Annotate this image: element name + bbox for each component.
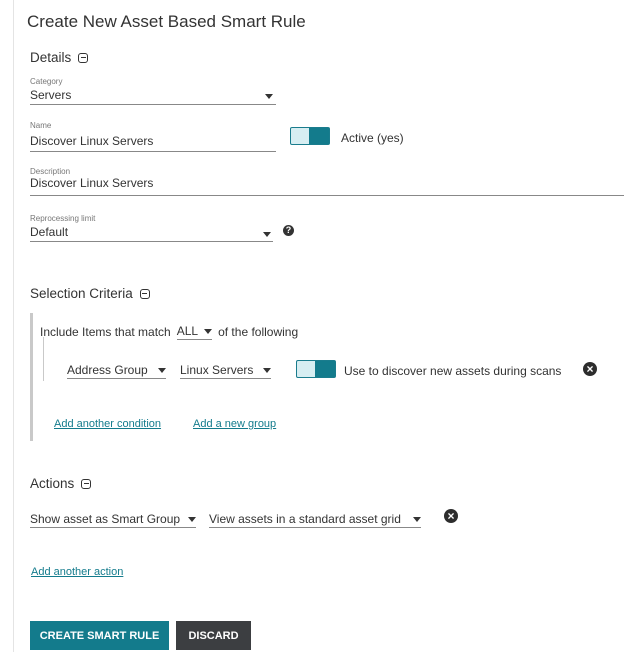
description-underline (30, 195, 624, 196)
help-icon[interactable]: ? (283, 225, 294, 236)
match-row: Include Items that match ALL of the foll… (40, 324, 298, 340)
name-field[interactable]: Name Discover Linux Servers (30, 121, 276, 152)
description-value: Discover Linux Servers (30, 176, 154, 190)
condition-bar (43, 337, 44, 381)
chevron-down-icon (412, 516, 421, 522)
category-select[interactable]: Category Servers (30, 77, 276, 105)
name-underline (30, 151, 276, 152)
category-value: Servers (30, 88, 72, 102)
reprocessing-label: Reprocessing limit (30, 214, 96, 223)
actions-heading-label: Actions (30, 476, 75, 491)
reprocessing-select[interactable]: Reprocessing limit Default (30, 214, 273, 242)
selection-criteria-heading: Selection Criteria (30, 286, 150, 301)
collapse-icon[interactable] (139, 288, 150, 299)
category-underline (30, 104, 276, 105)
category-label: Category (30, 77, 63, 86)
actions-heading: Actions (30, 476, 92, 491)
condition-value-select[interactable]: Linux Servers (180, 363, 272, 379)
condition-field-select[interactable]: Address Group (67, 363, 166, 379)
remove-action-icon[interactable]: × (444, 509, 458, 523)
collapse-icon[interactable] (81, 478, 92, 489)
remove-condition-icon[interactable]: × (583, 362, 597, 376)
criteria-group-bar (30, 313, 33, 441)
description-label: Description (30, 167, 71, 176)
add-action-link[interactable]: Add another action (31, 566, 123, 578)
condition-field-value: Address Group (67, 363, 148, 377)
toggle-knob (315, 361, 335, 377)
details-heading: Details (30, 50, 89, 65)
match-suffix: of the following (218, 325, 299, 339)
match-value: ALL (176, 324, 199, 338)
discover-toggle-label: Use to discover new assets during scans (344, 364, 562, 378)
details-heading-label: Details (30, 50, 72, 65)
toggle-knob (309, 128, 329, 144)
selection-criteria-label: Selection Criteria (30, 286, 133, 301)
create-smart-rule-button[interactable]: CREATE SMART RULE (30, 621, 169, 650)
name-value: Discover Linux Servers (30, 134, 154, 148)
chevron-down-icon (204, 328, 213, 334)
match-select[interactable]: ALL (176, 324, 213, 340)
action-option-select[interactable]: View assets in a standard asset grid (209, 512, 421, 528)
add-group-link[interactable]: Add a new group (193, 418, 276, 430)
chevron-down-icon (263, 367, 272, 373)
discover-toggle[interactable] (296, 360, 336, 378)
action-type-value: Show asset as Smart Group (30, 512, 181, 526)
chevron-down-icon (263, 232, 271, 237)
left-border (13, 0, 14, 652)
collapse-icon[interactable] (78, 52, 89, 63)
description-field[interactable]: Description Discover Linux Servers (30, 167, 624, 198)
reprocessing-underline (30, 241, 273, 242)
match-prefix: Include Items that match (40, 325, 171, 339)
active-toggle-label: Active (yes) (341, 131, 404, 145)
action-type-select[interactable]: Show asset as Smart Group (30, 512, 197, 528)
add-condition-link[interactable]: Add another condition (54, 418, 161, 430)
chevron-down-icon (265, 94, 273, 99)
reprocessing-value: Default (30, 225, 69, 239)
condition-value-value: Linux Servers (180, 363, 254, 377)
action-option-value: View assets in a standard asset grid (209, 512, 401, 526)
chevron-down-icon (157, 367, 166, 373)
active-toggle[interactable] (290, 127, 330, 145)
name-label: Name (30, 121, 52, 130)
discard-button[interactable]: DISCARD (176, 621, 251, 650)
chevron-down-icon (188, 516, 197, 522)
page-title: Create New Asset Based Smart Rule (27, 12, 306, 31)
